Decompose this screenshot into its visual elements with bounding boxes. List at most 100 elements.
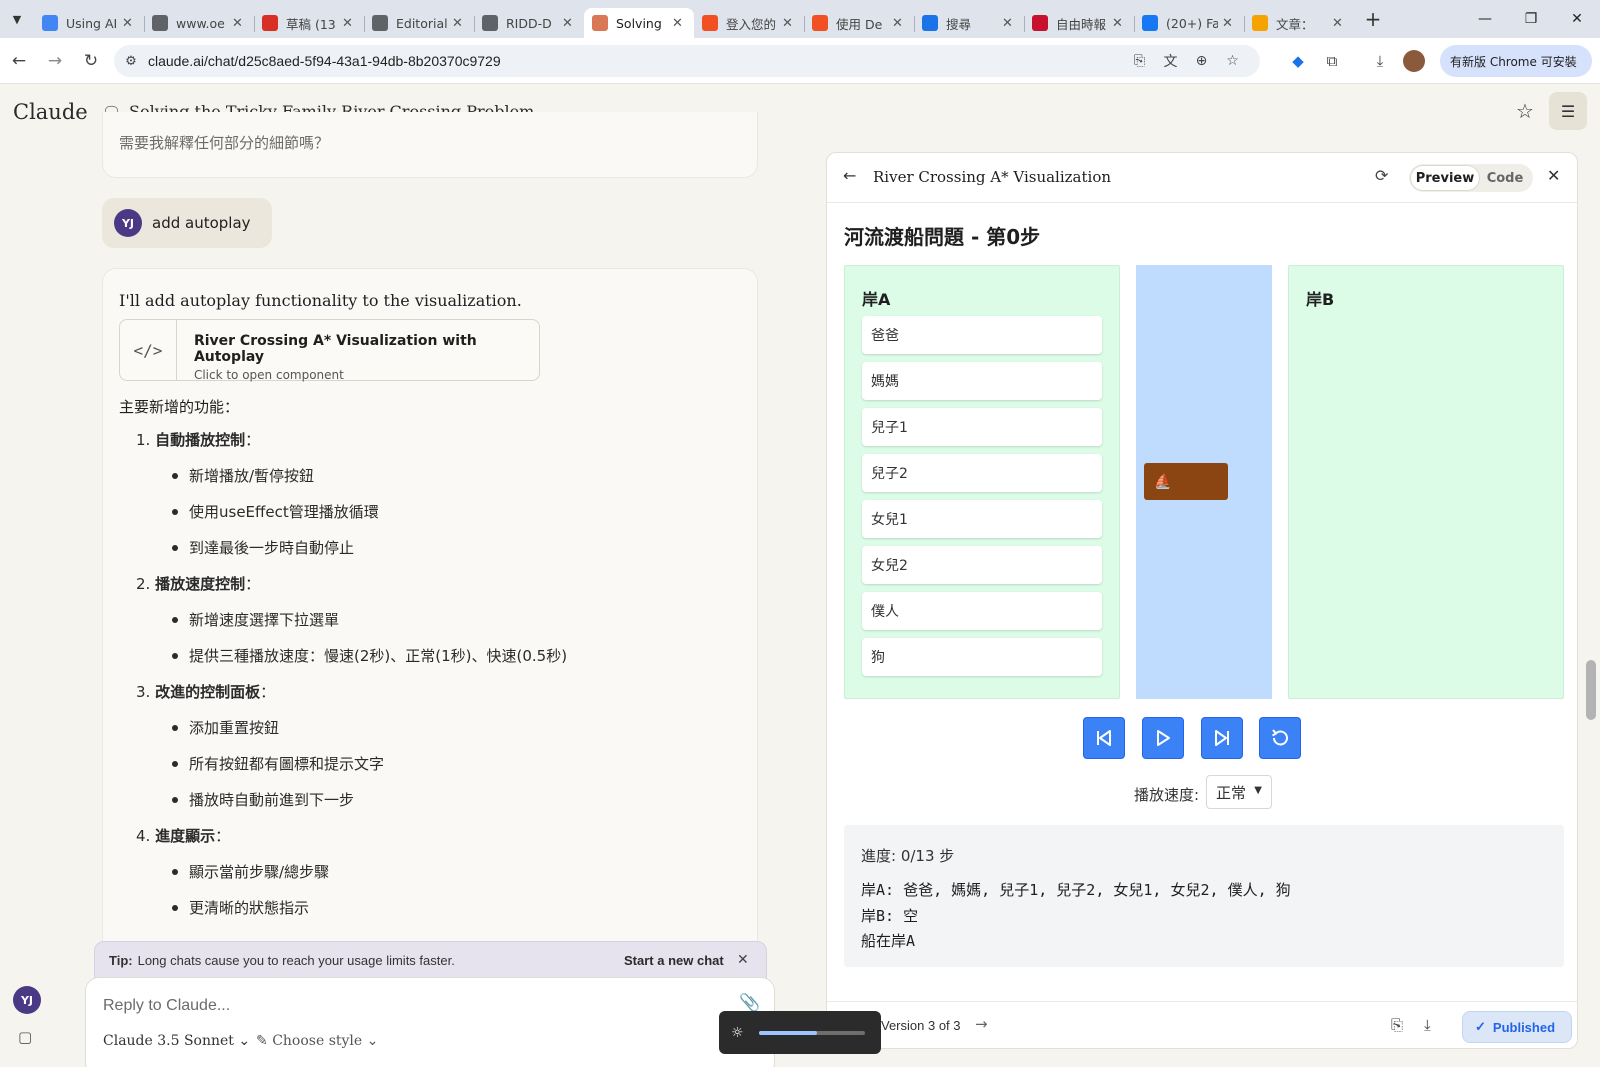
- feature-bullet: 提供三種播放速度：慢速(2秒)、正常(1秒)、快速(0.5秒): [169, 645, 567, 666]
- new-tab-button[interactable]: +: [1358, 4, 1388, 34]
- tab-close-icon[interactable]: ✕: [892, 16, 906, 31]
- back-arrow-icon[interactable]: ←: [843, 166, 856, 185]
- tab-search-chevron-icon[interactable]: ▼: [0, 0, 34, 38]
- boat-icon: ⛵: [1154, 473, 1172, 490]
- browser-tab[interactable]: (20+) Fa ✕: [1134, 8, 1244, 38]
- model-selector[interactable]: Claude 3.5 Sonnet ⌄: [103, 1033, 250, 1049]
- start-new-chat-link[interactable]: Start a new chat: [624, 953, 724, 968]
- address-bar[interactable]: ⚙ claude.ai/chat/d25c8aed-5f94-43a1-94db…: [114, 45, 1260, 77]
- site-info-icon[interactable]: ⚙: [114, 54, 148, 69]
- person-card: 兒子2: [862, 454, 1102, 492]
- restore-icon[interactable]: ❐: [1508, 0, 1554, 38]
- version-label: Version 3 of 3: [881, 1018, 961, 1033]
- chat-settings-button[interactable]: ☰: [1549, 92, 1587, 130]
- browser-tab[interactable]: Using AI ✕: [34, 8, 144, 38]
- page-scrollbar-thumb[interactable]: [1586, 660, 1596, 720]
- browser-tab[interactable]: 搜尋 ✕: [914, 8, 1024, 38]
- url-text[interactable]: claude.ai/chat/d25c8aed-5f94-43a1-94db-8…: [148, 53, 501, 69]
- reply-input[interactable]: Reply to Claude...: [103, 997, 230, 1015]
- browser-tab[interactable]: RIDD-D ✕: [474, 8, 584, 38]
- tab-favicon-icon: [372, 15, 388, 31]
- tab-favicon-icon: [812, 15, 828, 31]
- feature-number: 3.: [136, 683, 156, 701]
- tab-close-icon[interactable]: ✕: [1112, 16, 1126, 31]
- skip-forward-icon: [1215, 730, 1229, 746]
- feature-number: 4.: [136, 827, 156, 845]
- browser-tab[interactable]: Solving ✕: [584, 8, 694, 38]
- tab-preview[interactable]: Preview: [1411, 166, 1479, 190]
- tab-close-icon[interactable]: ✕: [782, 16, 796, 31]
- extension-icon[interactable]: ◆: [1282, 45, 1314, 77]
- paperclip-icon[interactable]: 📎: [739, 993, 760, 1013]
- install-app-icon[interactable]: ⎘: [1124, 53, 1155, 69]
- feature-heading: 2. 播放速度控制：: [136, 573, 260, 594]
- river: ⛵: [1136, 265, 1272, 699]
- account-avatar[interactable]: YJ: [13, 986, 41, 1014]
- zoom-icon[interactable]: ⊕: [1186, 53, 1217, 69]
- feature-bullet: 新增速度選擇下拉選單: [169, 609, 339, 630]
- refresh-icon[interactable]: ⟳: [1375, 166, 1388, 185]
- minimize-icon[interactable]: —: [1462, 0, 1508, 38]
- tab-close-icon[interactable]: ✕: [452, 16, 466, 31]
- forward-icon[interactable]: →: [38, 44, 72, 78]
- browser-tab[interactable]: 登入您的 ✕: [694, 8, 804, 38]
- browser-tab[interactable]: Editorial ✕: [364, 8, 474, 38]
- boat: ⛵: [1144, 463, 1228, 500]
- tab-code[interactable]: Code: [1479, 166, 1531, 190]
- tab-close-icon[interactable]: ✕: [1332, 16, 1346, 31]
- tab-title: www.oe: [176, 15, 225, 31]
- reset-button[interactable]: [1259, 717, 1301, 759]
- tip-text: Long chats cause you to reach your usage…: [137, 952, 455, 968]
- feature-heading: 3. 改進的控制面板：: [136, 681, 275, 702]
- browser-tab[interactable]: www.oe ✕: [144, 8, 254, 38]
- status-bank-b: 岸B: 空: [861, 907, 919, 925]
- feature-title: 改進的控制面板: [155, 683, 261, 701]
- star-chat-icon[interactable]: ☆: [1512, 98, 1538, 124]
- copy-icon[interactable]: ⎘: [1391, 1016, 1403, 1034]
- sidebar-toggle-icon[interactable]: ▢: [18, 1028, 32, 1046]
- close-window-icon[interactable]: ✕: [1554, 0, 1600, 38]
- skip-back-button[interactable]: [1083, 717, 1125, 759]
- tab-close-icon[interactable]: ✕: [562, 16, 576, 31]
- downloads-icon[interactable]: ⤓: [1364, 45, 1396, 77]
- feature-bullet: 播放時自動前進到下一步: [169, 789, 354, 810]
- person-card: 僕人: [862, 592, 1102, 630]
- previous-message-text: 需要我解釋任何部分的細節嗎？: [119, 134, 330, 152]
- tab-close-icon[interactable]: ✕: [1002, 16, 1016, 31]
- tab-close-icon[interactable]: ✕: [672, 16, 686, 31]
- browser-tab[interactable]: 草稿 (13 ✕: [254, 8, 364, 38]
- style-selector[interactable]: ✎ Choose style ⌄: [256, 1033, 378, 1049]
- tab-close-icon[interactable]: ✕: [232, 16, 246, 31]
- play-button[interactable]: [1142, 717, 1184, 759]
- extensions-puzzle-icon[interactable]: ⧉: [1316, 45, 1348, 77]
- reload-icon[interactable]: ↻: [74, 44, 108, 78]
- published-button[interactable]: ✓ Published: [1462, 1011, 1572, 1043]
- omnibox-actions: ⎘ 文 ⊕ ☆: [1124, 45, 1248, 77]
- reset-icon: [1272, 729, 1288, 746]
- artifact-panel: ← River Crossing A* Visualization ⟳ Prev…: [826, 152, 1578, 1049]
- close-panel-icon[interactable]: ✕: [1547, 166, 1560, 185]
- chrome-update-button[interactable]: 有新版 Chrome 可安裝: [1440, 45, 1592, 77]
- skip-forward-button[interactable]: [1201, 717, 1243, 759]
- translate-icon[interactable]: 文: [1155, 51, 1186, 71]
- tab-favicon-icon: [152, 15, 168, 31]
- back-icon[interactable]: ←: [2, 44, 36, 78]
- speed-select[interactable]: 正常 ▼: [1206, 775, 1272, 809]
- tab-title: (20+) Fa: [1166, 15, 1218, 31]
- tab-close-icon[interactable]: ✕: [122, 16, 136, 31]
- browser-tab[interactable]: 文章： ✕: [1244, 8, 1354, 38]
- brightness-slider[interactable]: [759, 1030, 865, 1035]
- chrome-profile-avatar[interactable]: [1403, 50, 1425, 72]
- artifact-card[interactable]: </> River Crossing A* Visualization with…: [119, 319, 540, 382]
- close-icon[interactable]: ✕: [737, 951, 749, 968]
- download-icon[interactable]: ⤓: [1424, 1016, 1431, 1034]
- browser-tab[interactable]: 自由時報 ✕: [1024, 8, 1134, 38]
- bookmark-star-icon[interactable]: ☆: [1217, 53, 1248, 69]
- tab-close-icon[interactable]: ✕: [1222, 16, 1236, 31]
- next-version-icon[interactable]: →: [975, 1015, 988, 1033]
- tab-title: 草稿 (13: [286, 16, 336, 32]
- claude-logo[interactable]: Claude: [13, 100, 88, 124]
- tab-close-icon[interactable]: ✕: [342, 16, 356, 31]
- tab-favicon-icon: [262, 15, 278, 31]
- browser-tab[interactable]: 使用 De ✕: [804, 8, 914, 38]
